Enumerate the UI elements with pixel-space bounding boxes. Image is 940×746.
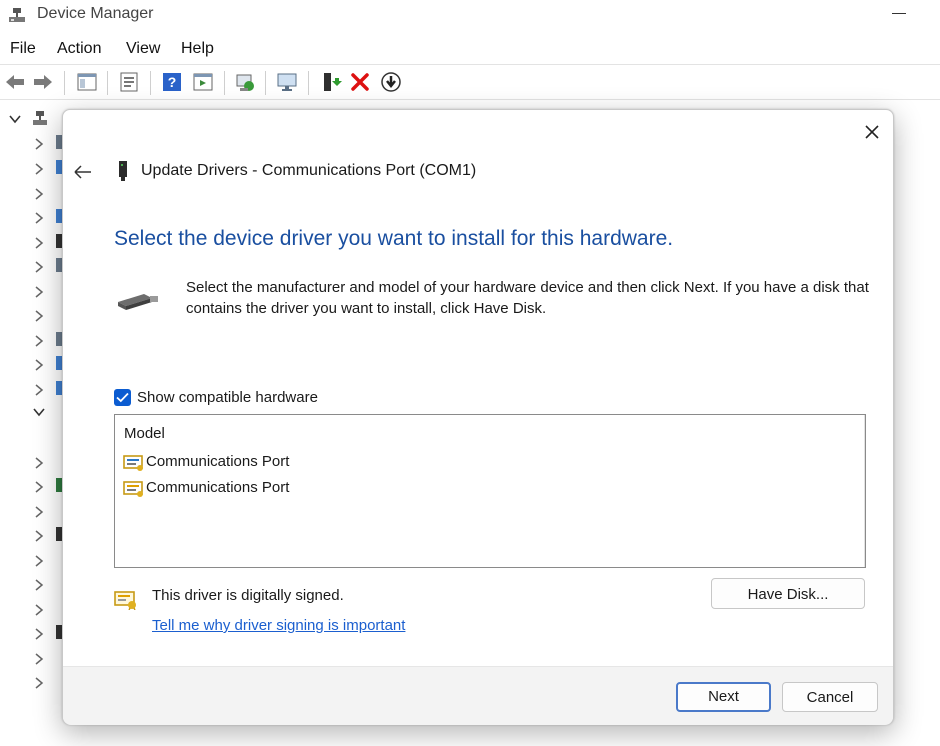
view-icon[interactable] — [192, 71, 214, 93]
close-icon[interactable] — [858, 118, 886, 146]
dialog-title: Update Drivers - Communications Port (CO… — [141, 162, 477, 179]
checkbox-checked-icon[interactable] — [114, 389, 131, 406]
menu-action[interactable]: Action — [57, 40, 101, 58]
chevron-right-icon[interactable] — [34, 677, 44, 689]
back-arrow-icon[interactable] — [4, 71, 26, 93]
app-title: Device Manager — [37, 5, 154, 22]
chevron-right-icon[interactable] — [34, 188, 44, 200]
chevron-right-icon[interactable] — [34, 237, 44, 249]
hardware-connector-icon — [116, 288, 160, 314]
help-icon[interactable]: ? — [161, 71, 183, 93]
chevron-right-icon[interactable] — [34, 555, 44, 567]
svg-text:?: ? — [168, 74, 177, 90]
instruction-text: Select the manufacturer and model of you… — [186, 279, 869, 317]
download-icon[interactable] — [380, 71, 402, 93]
chevron-right-icon[interactable] — [34, 604, 44, 616]
chevron-right-icon[interactable] — [34, 359, 44, 371]
update-driver-icon[interactable] — [320, 71, 342, 93]
toolbar: ? — [0, 64, 940, 100]
back-arrow-icon[interactable] — [71, 160, 95, 184]
device-manager-icon — [8, 6, 26, 24]
communications-port-icon — [118, 161, 128, 181]
chevron-right-icon[interactable] — [34, 530, 44, 542]
chevron-right-icon[interactable] — [34, 261, 44, 273]
driver-port-icon — [123, 481, 145, 497]
menu-view[interactable]: View — [126, 40, 160, 58]
minimize-icon[interactable] — [892, 13, 906, 14]
dialog-footer: Next Cancel — [63, 666, 893, 725]
show-compatible-label: Show compatible hardware — [137, 389, 318, 406]
scan-hardware-icon[interactable] — [234, 71, 256, 93]
chevron-down-icon[interactable] — [33, 407, 45, 417]
list-item-label: Communications Port — [146, 453, 290, 470]
device-tree — [0, 99, 62, 746]
driver-port-icon — [123, 455, 145, 471]
chevron-right-icon[interactable] — [34, 310, 44, 322]
console-tree-icon[interactable] — [76, 71, 98, 93]
uninstall-x-icon[interactable] — [349, 71, 371, 93]
list-scrollbar[interactable] — [864, 415, 865, 567]
cancel-button[interactable]: Cancel — [782, 682, 878, 712]
model-column-header: Model — [124, 425, 165, 442]
chevron-right-icon[interactable] — [34, 384, 44, 396]
model-list[interactable]: Model Communications Port Communications… — [114, 414, 866, 568]
signed-certificate-icon — [114, 591, 138, 611]
list-item-label: Communications Port — [146, 479, 290, 496]
chevron-right-icon[interactable] — [34, 163, 44, 175]
chevron-right-icon[interactable] — [34, 457, 44, 469]
menu-bar: File Action View Help — [0, 34, 940, 62]
driver-signing-link[interactable]: Tell me why driver signing is important — [152, 617, 405, 634]
computer-icon — [32, 110, 47, 126]
monitor-icon[interactable] — [276, 71, 298, 93]
chevron-right-icon[interactable] — [34, 335, 44, 347]
chevron-right-icon[interactable] — [34, 653, 44, 665]
have-disk-button[interactable]: Have Disk... — [711, 578, 865, 609]
properties-icon[interactable] — [118, 71, 140, 93]
next-button[interactable]: Next — [676, 682, 771, 712]
window-titlebar: Device Manager — [0, 0, 940, 30]
chevron-right-icon[interactable] — [34, 628, 44, 640]
chevron-right-icon[interactable] — [34, 212, 44, 224]
chevron-down-icon[interactable] — [9, 114, 21, 124]
chevron-right-icon[interactable] — [34, 481, 44, 493]
chevron-right-icon[interactable] — [34, 286, 44, 298]
forward-arrow-icon[interactable] — [32, 71, 54, 93]
signed-status-text: This driver is digitally signed. — [152, 587, 344, 604]
page-heading: Select the device driver you want to ins… — [114, 227, 674, 250]
chevron-right-icon[interactable] — [34, 138, 44, 150]
chevron-right-icon[interactable] — [34, 579, 44, 591]
menu-file[interactable]: File — [10, 40, 36, 58]
chevron-right-icon[interactable] — [34, 506, 44, 518]
update-drivers-dialog: Update Drivers - Communications Port (CO… — [62, 109, 894, 725]
menu-help[interactable]: Help — [181, 40, 214, 58]
